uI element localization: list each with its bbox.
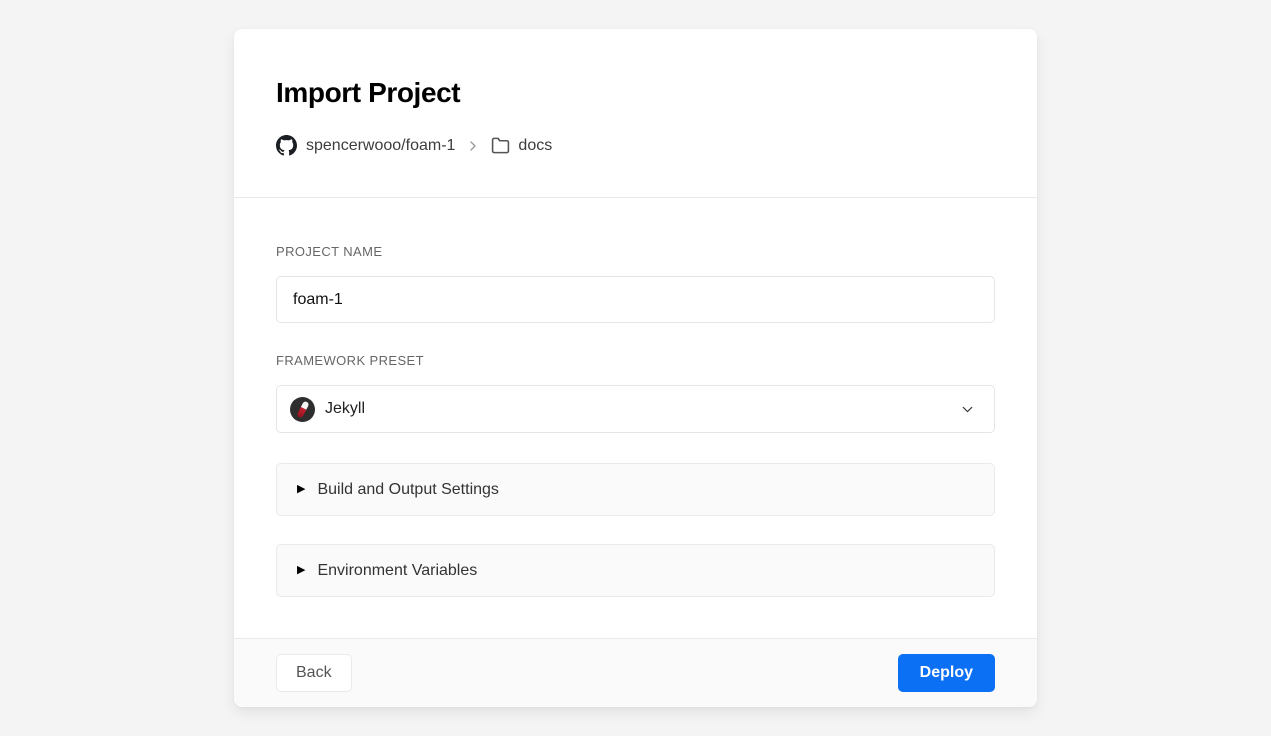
- page-title: Import Project: [276, 77, 995, 109]
- breadcrumb-repo: spencerwooo/foam-1: [306, 137, 455, 155]
- project-name-group: PROJECT NAME: [276, 244, 995, 323]
- build-output-settings-label: Build and Output Settings: [317, 481, 498, 499]
- project-name-input[interactable]: [276, 276, 995, 323]
- back-button[interactable]: Back: [276, 654, 352, 692]
- framework-preset-group: FRAMEWORK PRESET Jekyll: [276, 353, 995, 433]
- chevron-right-icon: [465, 138, 481, 154]
- card-footer: Back Deploy: [234, 638, 1037, 707]
- breadcrumb-folder: docs: [518, 137, 552, 155]
- framework-preset-label: FRAMEWORK PRESET: [276, 353, 995, 368]
- breadcrumb: spencerwooo/foam-1 docs: [276, 135, 995, 156]
- disclosure-triangle-icon: ▶: [297, 484, 305, 495]
- framework-preset-select[interactable]: Jekyll: [276, 385, 995, 433]
- environment-variables-label: Environment Variables: [317, 562, 477, 580]
- import-project-card: Import Project spencerwooo/foam-1 docs: [234, 29, 1037, 707]
- framework-preset-value: Jekyll: [325, 400, 959, 418]
- chevron-down-icon: [959, 401, 976, 418]
- card-header: Import Project spencerwooo/foam-1 docs: [234, 29, 1037, 198]
- disclosure-triangle-icon: ▶: [297, 565, 305, 576]
- jekyll-logo-icon: [290, 397, 315, 422]
- card-body: PROJECT NAME FRAMEWORK PRESET Jekyll ▶ B…: [234, 198, 1037, 638]
- project-name-label: PROJECT NAME: [276, 244, 995, 259]
- folder-icon: [491, 136, 510, 155]
- deploy-button[interactable]: Deploy: [898, 654, 995, 692]
- build-output-settings-section[interactable]: ▶ Build and Output Settings: [276, 463, 995, 516]
- github-icon: [276, 135, 297, 156]
- environment-variables-section[interactable]: ▶ Environment Variables: [276, 544, 995, 597]
